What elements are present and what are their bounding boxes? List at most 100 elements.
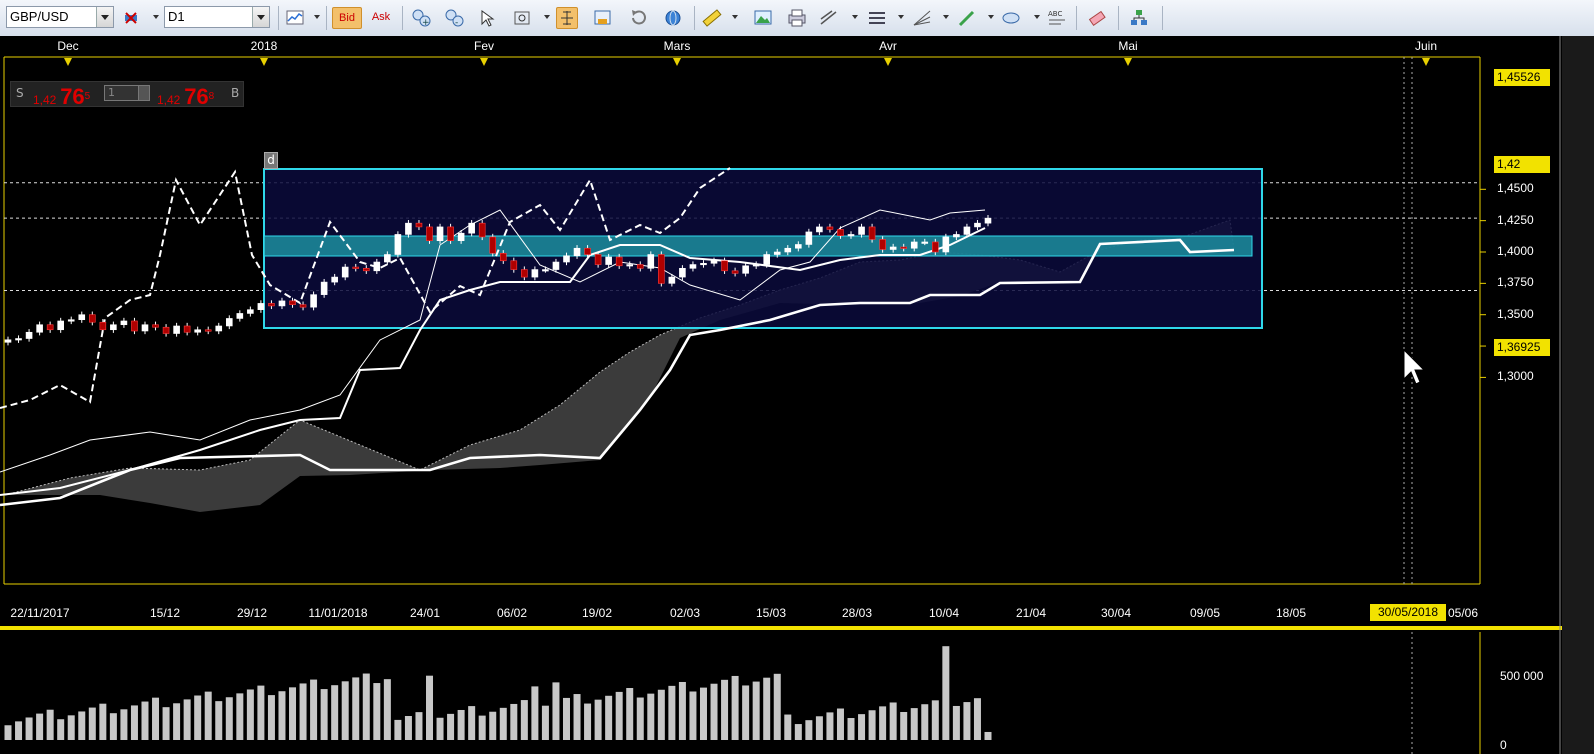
candle-down <box>721 260 728 272</box>
candle-up <box>626 264 634 267</box>
chevron-down-icon[interactable] <box>988 15 994 19</box>
date-label: 30/04 <box>1100 606 1132 620</box>
volume-bar <box>531 686 539 740</box>
symbol-select[interactable]: GBP/USD <box>6 6 114 28</box>
chevron-down-icon[interactable] <box>544 15 550 19</box>
date-label: 11/01/2018 <box>308 606 368 620</box>
trend-tools-icon[interactable] <box>818 7 840 29</box>
chevron-down-icon[interactable] <box>153 15 159 19</box>
chevron-down-icon[interactable] <box>252 7 269 27</box>
ellipse-icon[interactable] <box>1000 7 1022 29</box>
chevron-down-icon[interactable] <box>898 15 904 19</box>
sell-label[interactable]: S <box>16 86 24 100</box>
candle-up <box>668 276 676 284</box>
sell-price[interactable]: 1,42 765 <box>33 84 90 110</box>
candle-up <box>78 314 86 321</box>
chevron-down-icon[interactable] <box>96 7 113 27</box>
zoom-in-icon[interactable]: + <box>410 7 432 29</box>
date-label: 28/03 <box>841 606 873 620</box>
month-label: Dec <box>57 39 79 53</box>
eraser-icon[interactable] <box>1086 7 1108 29</box>
drawing-label[interactable]: d <box>264 152 278 169</box>
network-icon[interactable] <box>1128 7 1150 29</box>
bar-chart-icon[interactable] <box>284 7 306 29</box>
candle-up <box>405 222 412 235</box>
volume-bar <box>721 679 729 740</box>
quantity-stepper[interactable]: 1 <box>104 85 150 101</box>
volume-bar <box>489 711 497 740</box>
price-tick-label: 1,3500 <box>1497 306 1534 321</box>
volume-bar <box>879 706 887 740</box>
chevron-down-icon[interactable] <box>314 15 320 19</box>
volume-bar <box>130 705 138 740</box>
candle-up <box>67 319 75 322</box>
candle-up <box>247 309 254 314</box>
candle-up <box>384 254 391 263</box>
volume-bar <box>742 685 750 740</box>
volume-bar <box>636 697 644 740</box>
candle-up <box>373 261 381 272</box>
volume-bar <box>805 720 813 740</box>
globe-icon[interactable] <box>662 7 684 29</box>
price-chart[interactable] <box>0 36 1594 754</box>
magnifier-icon[interactable] <box>512 7 534 29</box>
pen-icon[interactable] <box>956 7 978 29</box>
text-icon[interactable]: ABC <box>1046 7 1068 29</box>
volume-bar <box>984 731 992 740</box>
volume-bar <box>310 679 318 740</box>
svg-text:-: - <box>455 18 458 28</box>
volume-bar <box>383 679 391 740</box>
volume-bar <box>520 700 528 740</box>
volume-bar <box>584 703 592 740</box>
buy-label[interactable]: B <box>231 86 239 100</box>
delete-indicator-icon[interactable] <box>120 7 142 29</box>
candle-down <box>99 321 107 331</box>
print-icon[interactable] <box>786 7 808 29</box>
candle-up <box>921 241 929 244</box>
candle-down <box>584 247 591 255</box>
chevron-down-icon[interactable] <box>943 15 949 19</box>
chevron-down-icon[interactable] <box>852 15 858 19</box>
volume-bar <box>394 719 402 740</box>
chevron-down-icon[interactable] <box>1034 15 1040 19</box>
toolbar-separator <box>402 6 403 30</box>
volume-bar <box>942 646 950 740</box>
volume-bar <box>278 691 286 740</box>
ask-button[interactable]: Ask <box>366 7 396 29</box>
volume-bar <box>320 689 328 740</box>
volume-bar <box>552 682 560 740</box>
candle-down <box>299 304 307 308</box>
timeframe-select[interactable]: D1 <box>164 6 270 28</box>
volume-bar <box>478 715 486 740</box>
pan-icon[interactable] <box>476 7 498 29</box>
candle-down <box>268 303 275 307</box>
refresh-icon[interactable] <box>628 7 650 29</box>
crosshair-icon[interactable] <box>556 7 578 29</box>
candle-up <box>257 303 265 310</box>
chevron-down-icon[interactable] <box>732 15 738 19</box>
candle-down <box>152 324 159 328</box>
spinner-icon[interactable] <box>138 86 149 100</box>
candle-up <box>563 255 570 263</box>
candle-up <box>763 254 771 265</box>
buy-price[interactable]: 1,42 768 <box>157 84 214 110</box>
volume-bar <box>99 703 107 740</box>
fibonacci-icon[interactable] <box>911 7 933 29</box>
volume-bar <box>963 702 971 740</box>
ruler-icon[interactable] <box>701 7 723 29</box>
bid-button[interactable]: Bid <box>332 7 362 29</box>
image-icon[interactable] <box>752 7 774 29</box>
candle-down <box>478 222 486 238</box>
volume-bar <box>858 714 866 740</box>
candle-up <box>341 266 349 278</box>
candle-up <box>700 262 707 266</box>
candle-up <box>468 222 475 234</box>
volume-tick-500k: 500 000 <box>1500 669 1544 683</box>
volume-bar <box>183 699 191 740</box>
lines-icon[interactable] <box>866 7 888 29</box>
svg-text:ABC: ABC <box>1048 10 1062 18</box>
zoom-out-icon[interactable]: - <box>443 7 465 29</box>
volume-bar <box>773 673 781 740</box>
save-template-icon[interactable] <box>592 7 614 29</box>
candle-up <box>57 320 64 331</box>
